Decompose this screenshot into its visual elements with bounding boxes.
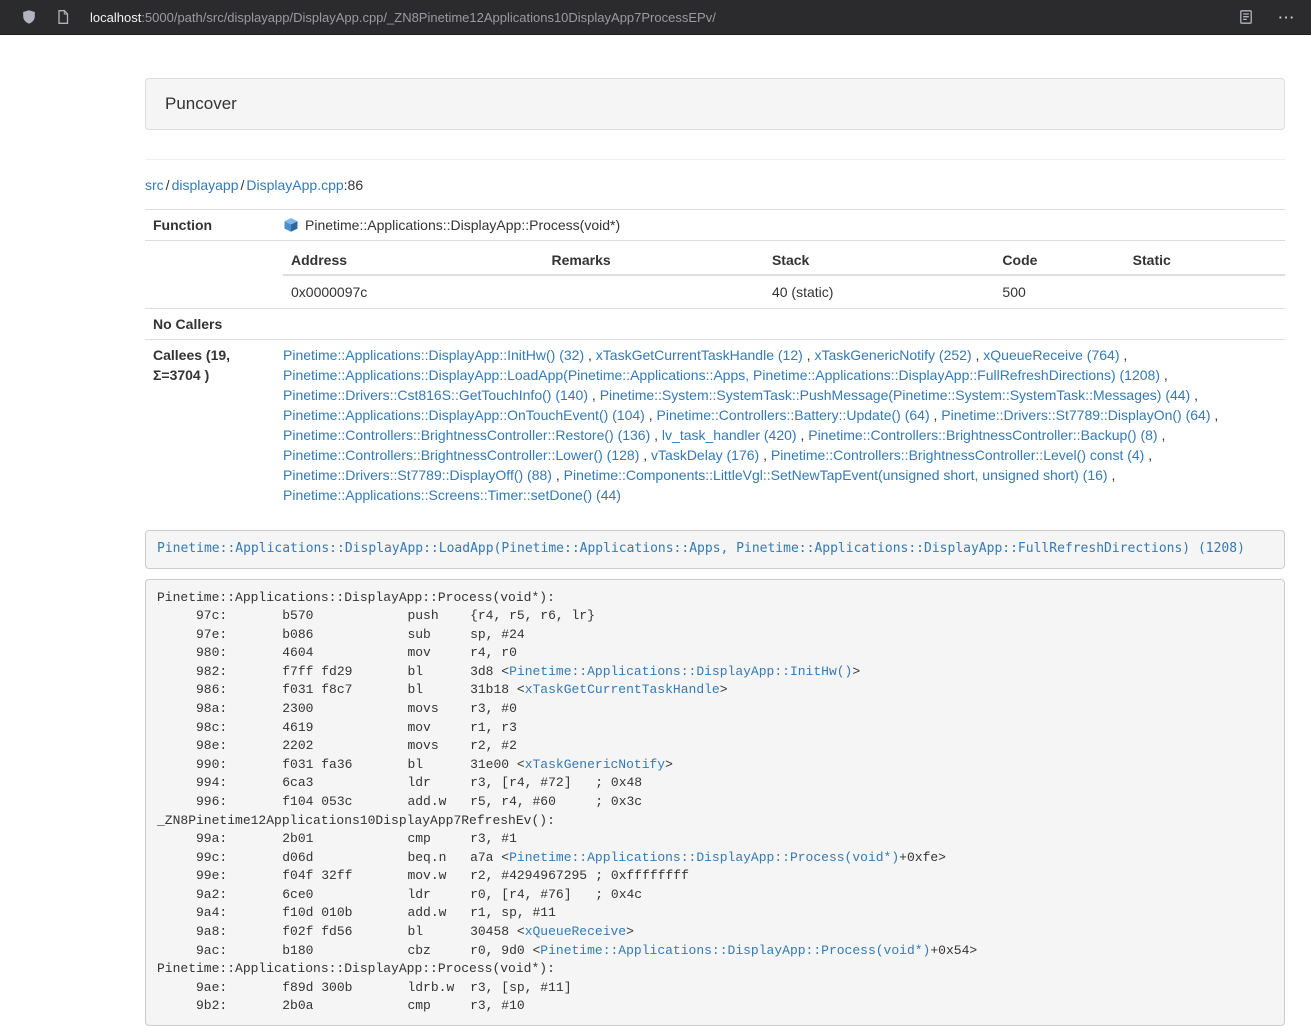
page-title-panel: Puncover — [145, 78, 1285, 130]
page-info-icon[interactable] — [50, 4, 76, 30]
disassembly-code: Pinetime::Applications::DisplayApp::Proc… — [157, 590, 977, 1014]
main-content: Puncover src/displayapp/DisplayApp.cpp:8… — [145, 78, 1285, 1026]
callees-row: Callees (19, Σ=3704 ) Pinetime::Applicat… — [145, 340, 1285, 511]
no-callers-row: No Callers — [145, 309, 1285, 340]
reader-view-icon[interactable] — [1233, 4, 1259, 30]
page-title: Puncover — [165, 93, 1265, 115]
shield-icon[interactable] — [16, 4, 42, 30]
callee-separator: , — [1119, 347, 1127, 363]
callee-link[interactable]: Pinetime::Drivers::St7789::DisplayOn() (… — [941, 407, 1210, 423]
callee-link[interactable]: Pinetime::Controllers::Battery::Update()… — [657, 407, 930, 423]
function-icon — [283, 217, 299, 233]
toolbar-right-actions: ⋯ — [1219, 4, 1299, 30]
stats-table: Address Remarks Stack Code Static 0x0000… — [283, 246, 1285, 308]
column-header-static: Static — [1125, 246, 1285, 275]
callee-link[interactable]: Pinetime::Drivers::St7789::DisplayOff() … — [283, 467, 552, 483]
no-callers-header: No Callers — [145, 309, 275, 340]
callee-separator: , — [930, 407, 942, 423]
symbol-link[interactable]: Pinetime::Applications::DisplayApp::Init… — [509, 664, 852, 679]
function-name: Pinetime::Applications::DisplayApp::Proc… — [305, 217, 620, 233]
divider — [145, 159, 1285, 160]
static-value — [1125, 275, 1285, 308]
callee-separator: , — [1190, 387, 1198, 403]
stats-data-row: 0x0000097c 40 (static) 500 — [283, 275, 1285, 308]
callee-link[interactable]: Pinetime::Controllers::BrightnessControl… — [771, 447, 1144, 463]
breadcrumb-displayapp[interactable]: displayapp — [172, 177, 239, 193]
no-callers-value — [275, 309, 1285, 340]
symbol-link[interactable]: Pinetime::Applications::DisplayApp::Proc… — [540, 943, 930, 958]
callees-header: Callees (19, Σ=3704 ) — [145, 340, 275, 511]
callee-separator: , — [552, 467, 564, 483]
breadcrumb-file[interactable]: DisplayApp.cpp — [246, 177, 343, 193]
breadcrumb-separator: / — [241, 177, 245, 193]
callee-separator: , — [584, 347, 596, 363]
callee-link[interactable]: lv_task_handler (420) — [662, 427, 797, 443]
snippet-link[interactable]: Pinetime::Applications::DisplayApp::Load… — [157, 541, 1245, 556]
stats-header-row: Address Remarks Stack Code Static — [283, 246, 1285, 275]
callee-link[interactable]: Pinetime::Applications::DisplayApp::Load… — [283, 367, 1160, 383]
callee-link[interactable]: Pinetime::Components::LittleVgl::SetNewT… — [564, 467, 1108, 483]
stats-row-container: Address Remarks Stack Code Static 0x0000… — [145, 241, 1285, 309]
symbol-link[interactable]: xTaskGenericNotify — [525, 757, 665, 772]
url-path: :5000/path/src/displayapp/DisplayApp.cpp… — [141, 10, 716, 25]
browser-toolbar: localhost:5000/path/src/displayapp/Displ… — [0, 0, 1311, 35]
url-bar[interactable]: localhost:5000/path/src/displayapp/Displ… — [90, 10, 1219, 25]
column-header-code: Code — [994, 246, 1124, 275]
callees-list: Pinetime::Applications::DisplayApp::Init… — [283, 345, 1277, 505]
column-header-address: Address — [283, 246, 544, 275]
symbol-link[interactable]: Pinetime::Applications::DisplayApp::Proc… — [509, 850, 899, 865]
callee-link[interactable]: xTaskGenericNotify (252) — [814, 347, 971, 363]
callee-link[interactable]: Pinetime::Drivers::Cst816S::GetTouchInfo… — [283, 387, 588, 403]
function-row: Function Pinetime::Applications::Display… — [145, 210, 1285, 241]
callee-link[interactable]: xTaskGetCurrentTaskHandle (12) — [596, 347, 803, 363]
callee-separator: , — [1144, 447, 1152, 463]
callee-link[interactable]: Pinetime::Applications::DisplayApp::OnTo… — [283, 407, 645, 423]
disassembly-block: Pinetime::Applications::DisplayApp::Proc… — [145, 579, 1285, 1026]
callee-link[interactable]: Pinetime::Applications::DisplayApp::Init… — [283, 347, 584, 363]
code-value: 500 — [994, 275, 1124, 308]
address-value: 0x0000097c — [283, 275, 544, 308]
url-host: localhost — [90, 10, 141, 25]
callee-separator: , — [639, 447, 651, 463]
symbol-link[interactable]: xQueueReceive — [525, 924, 626, 939]
breadcrumb-src[interactable]: src — [145, 177, 164, 193]
callee-separator: , — [1160, 367, 1168, 383]
snippet-block: Pinetime::Applications::DisplayApp::Load… — [145, 530, 1285, 569]
breadcrumb: src/displayapp/DisplayApp.cpp:86 — [145, 175, 1285, 195]
stack-value: 40 (static) — [764, 275, 994, 308]
callee-link[interactable]: Pinetime::Controllers::BrightnessControl… — [283, 447, 639, 463]
callee-separator: , — [650, 427, 662, 443]
callee-separator: , — [797, 427, 809, 443]
callee-separator: , — [759, 447, 771, 463]
callee-separator: , — [1108, 467, 1116, 483]
callee-separator: , — [645, 407, 657, 423]
symbol-link[interactable]: xTaskGetCurrentTaskHandle — [525, 682, 720, 697]
callee-separator: , — [803, 347, 815, 363]
callee-separator: , — [1158, 427, 1166, 443]
callee-link[interactable]: vTaskDelay (176) — [651, 447, 759, 463]
callee-link[interactable]: Pinetime::System::SystemTask::PushMessag… — [600, 387, 1191, 403]
breadcrumb-separator: / — [166, 177, 170, 193]
callee-link[interactable]: Pinetime::Applications::Screens::Timer::… — [283, 487, 621, 503]
callee-link[interactable]: Pinetime::Controllers::BrightnessControl… — [283, 427, 650, 443]
column-header-stack: Stack — [764, 246, 994, 275]
callee-separator: , — [1211, 407, 1219, 423]
callee-link[interactable]: xQueueReceive (764) — [983, 347, 1119, 363]
overflow-menu-icon[interactable]: ⋯ — [1273, 4, 1299, 30]
function-row-header: Function — [145, 210, 275, 241]
callee-separator: , — [972, 347, 984, 363]
column-header-remarks: Remarks — [544, 246, 764, 275]
callee-link[interactable]: Pinetime::Controllers::BrightnessControl… — [808, 427, 1157, 443]
callee-separator: , — [588, 387, 600, 403]
function-table: Function Pinetime::Applications::Display… — [145, 209, 1285, 510]
remarks-value — [544, 275, 764, 308]
breadcrumb-line-number: :86 — [344, 177, 363, 193]
